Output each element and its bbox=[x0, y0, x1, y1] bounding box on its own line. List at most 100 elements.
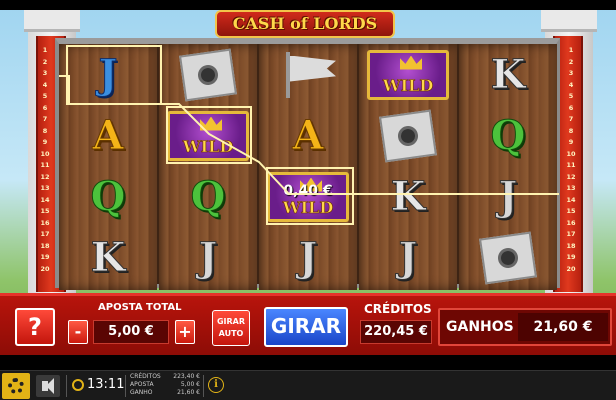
reel-1: JAQK bbox=[59, 44, 157, 290]
info-icon[interactable]: i bbox=[208, 377, 224, 393]
payline-number: 11 bbox=[40, 161, 50, 169]
letter-k-symbol: K bbox=[490, 50, 526, 98]
reel-cell: 0,40 € WILD bbox=[259, 166, 357, 227]
reel-cell: Q bbox=[459, 105, 557, 166]
divider bbox=[66, 375, 67, 397]
letter-j-symbol: J bbox=[98, 50, 118, 98]
sealed-scroll-icon bbox=[179, 48, 237, 101]
reel-cell: K bbox=[59, 227, 157, 288]
reel-cell: J bbox=[359, 227, 457, 288]
payline-number: 3 bbox=[568, 69, 574, 77]
payline-number: 18 bbox=[40, 241, 50, 250]
settings-button[interactable] bbox=[2, 373, 30, 399]
payline-number: 4 bbox=[42, 80, 48, 89]
payline-number: 19 bbox=[566, 253, 576, 261]
reel-cell bbox=[159, 44, 257, 105]
gear-icon bbox=[8, 378, 24, 394]
reel-cell: K bbox=[459, 44, 557, 105]
reel-cell: K bbox=[359, 166, 457, 227]
payline-numbers-left: 1 2 3 4 5 6 7 8 9 10 11 12 13 14 15 16 17 18 19 20 bbox=[36, 46, 54, 276]
letter-j-symbol: J bbox=[298, 233, 318, 281]
payline-number: 12 bbox=[40, 172, 50, 181]
increase-bet-button[interactable]: + bbox=[175, 320, 195, 344]
letter-k-symbol: K bbox=[390, 172, 426, 220]
payline-number: 2 bbox=[568, 57, 574, 66]
payline-number: 1 bbox=[568, 46, 574, 54]
reel-cell bbox=[359, 105, 457, 166]
letter-q-symbol: Q bbox=[90, 172, 126, 220]
autospin-label-line1: GIRAR bbox=[216, 317, 246, 326]
line-win-amount: 0,40 € bbox=[283, 182, 333, 199]
clock-icon bbox=[72, 379, 84, 391]
autospin-button[interactable]: GIRAR AUTO bbox=[212, 310, 250, 346]
payline-number: 15 bbox=[566, 207, 576, 215]
total-bet-value: 5,00 € bbox=[93, 320, 169, 344]
divider bbox=[125, 375, 126, 397]
letter-q-symbol: Q bbox=[190, 172, 226, 220]
letter-j-symbol: J bbox=[198, 233, 218, 281]
reel-cell: A bbox=[59, 105, 157, 166]
reel-cell: WILD bbox=[159, 105, 257, 166]
flag-cloth bbox=[290, 55, 336, 82]
win-label: GANHOS bbox=[446, 319, 514, 335]
wax-seal-icon bbox=[196, 63, 220, 86]
payline-number: 1 bbox=[42, 46, 48, 54]
spin-button[interactable]: GIRAR bbox=[264, 307, 348, 347]
payline-number: 20 bbox=[40, 264, 50, 273]
payline-number: 16 bbox=[40, 218, 50, 227]
status-bar-inner: 13:11 CRÉDITOS 223,40 € APOSTA 5,00 € GANH… bbox=[0, 370, 616, 400]
divider bbox=[203, 375, 204, 397]
sealed-scroll-icon bbox=[479, 231, 537, 284]
wild-label: WILD bbox=[282, 197, 334, 217]
tower-battlement bbox=[24, 10, 80, 32]
reel-3: A 0,40 € WILD J bbox=[259, 44, 357, 290]
payline-number: 10 bbox=[566, 149, 576, 158]
control-panel: ? APOSTA TOTAL - 5,00 € + GIRAR AUTO GIR… bbox=[0, 293, 616, 355]
session-stats: CRÉDITOS 223,40 € APOSTA 5,00 € GANHO 21,60… bbox=[130, 373, 200, 397]
reel-cell bbox=[459, 227, 557, 288]
letter-a-symbol: A bbox=[92, 111, 124, 159]
payline-number: 8 bbox=[568, 126, 574, 135]
reel-area: J A Q K WILD Q J A 0,40 € WILD J WILD K J K Q J bbox=[55, 38, 560, 290]
stats-row: GANHO 21,60 € bbox=[130, 389, 200, 396]
speaker-cone-icon bbox=[46, 378, 54, 394]
win-value: 21,60 € bbox=[518, 313, 608, 341]
reel-4: WILD K J bbox=[359, 44, 457, 290]
wild-jester-icon: WILD bbox=[167, 110, 249, 161]
win-display: GANHOS 21,60 € bbox=[438, 308, 612, 346]
payline-number: 13 bbox=[40, 184, 50, 192]
payline-number: 17 bbox=[40, 230, 50, 238]
reel-cell: J bbox=[459, 166, 557, 227]
decrease-bet-button[interactable]: - bbox=[68, 320, 88, 344]
reel-cell: Q bbox=[159, 166, 257, 227]
sound-button[interactable] bbox=[36, 375, 60, 397]
payline-number: 5 bbox=[568, 92, 574, 100]
payline-number: 17 bbox=[566, 230, 576, 238]
clock-time: 13:11 bbox=[87, 377, 125, 392]
reel-5: KQJ bbox=[459, 44, 557, 290]
payline-number: 9 bbox=[42, 138, 48, 146]
reel-cell: WILD bbox=[359, 44, 457, 105]
stats-row: APOSTA 5,00 € bbox=[130, 381, 200, 388]
game-logo: CASH of LORDS bbox=[215, 10, 395, 38]
payline-number: 3 bbox=[42, 69, 48, 77]
wild-jester-icon: WILD bbox=[367, 49, 449, 100]
sealed-scroll-icon bbox=[379, 109, 437, 162]
payline-number: 8 bbox=[42, 126, 48, 135]
payline-number: 2 bbox=[42, 57, 48, 66]
payline-number: 20 bbox=[566, 264, 576, 273]
wax-seal-icon bbox=[496, 246, 520, 269]
payline-number: 15 bbox=[40, 207, 50, 215]
wild-jester-icon: 0,40 € WILD bbox=[267, 171, 349, 222]
help-button[interactable]: ? bbox=[15, 308, 55, 346]
wild-label: WILD bbox=[382, 75, 434, 95]
payline-numbers-right: 1 2 3 4 5 6 7 8 9 10 11 12 13 14 15 16 17 18 19 20 bbox=[562, 46, 580, 276]
payline-number: 7 bbox=[42, 115, 48, 123]
stats-row: CRÉDITOS 223,40 € bbox=[130, 373, 200, 380]
flag-icon bbox=[278, 51, 338, 98]
wax-seal-icon bbox=[396, 124, 420, 147]
top-black-bar bbox=[0, 0, 616, 10]
payline-number: 11 bbox=[566, 161, 576, 169]
payline-number: 10 bbox=[40, 149, 50, 158]
wild-label: WILD bbox=[182, 136, 234, 156]
